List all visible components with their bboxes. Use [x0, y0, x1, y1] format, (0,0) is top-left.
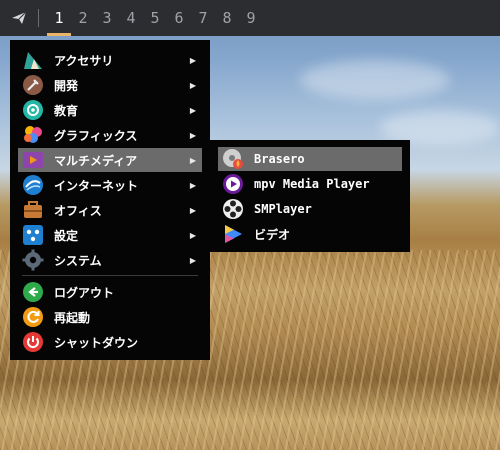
- office-icon: [24, 201, 42, 218]
- menu-item-logout[interactable]: ログアウト: [18, 280, 202, 304]
- submenu-item-smplayer[interactable]: SMPlayer: [218, 197, 402, 221]
- menu-item-label: 教育: [54, 103, 79, 118]
- workspace-switcher: 1 2 3 4 5 6 7 8 9: [47, 0, 263, 36]
- submenu-item-label: mpv Media Player: [254, 177, 370, 191]
- workspace-1[interactable]: 1: [47, 0, 71, 36]
- submenu-item-videos[interactable]: ビデオ: [218, 222, 402, 246]
- menu-item-label: 設定: [54, 228, 79, 243]
- restart-icon: [23, 307, 43, 327]
- menu-item-label: シャットダウン: [54, 335, 139, 350]
- workspace-2[interactable]: 2: [71, 0, 95, 36]
- menu-item-shutdown[interactable]: シャットダウン: [18, 330, 202, 354]
- submenu-arrow-icon: ▶: [189, 80, 197, 90]
- shutdown-icon: [23, 332, 43, 352]
- accessories-icon: [24, 52, 42, 69]
- menu-item-label: グラフィックス: [54, 128, 138, 143]
- top-panel: 1 2 3 4 5 6 7 8 9: [0, 0, 500, 36]
- submenu-arrow-icon: ▶: [189, 155, 197, 165]
- submenu-item-label: ビデオ: [254, 227, 291, 242]
- application-menu: アクセサリ ▶ 開発 ▶ 教育 ▶ グラフィックス ▶ マルチメディア ▶ イン…: [10, 40, 210, 360]
- brasero-icon: [223, 149, 243, 169]
- menu-divider: [22, 275, 198, 276]
- menu-item-graphics[interactable]: グラフィックス ▶: [18, 123, 202, 147]
- workspace-6[interactable]: 6: [167, 0, 191, 36]
- submenu-arrow-icon: ▶: [189, 230, 197, 240]
- menu-item-label: 開発: [54, 78, 79, 93]
- submenu-item-mpv[interactable]: mpv Media Player: [218, 172, 402, 196]
- submenu-item-label: SMPlayer: [254, 202, 312, 216]
- workspace-4[interactable]: 4: [119, 0, 143, 36]
- logout-icon: [23, 282, 43, 302]
- multimedia-submenu: Brasero mpv Media Player SMPlayer ビデオ: [210, 140, 410, 252]
- education-icon: [23, 100, 43, 120]
- submenu-arrow-icon: ▶: [189, 180, 197, 190]
- panel-separator: [38, 9, 39, 27]
- menu-item-internet[interactable]: インターネット ▶: [18, 173, 202, 197]
- menu-item-development[interactable]: 開発 ▶: [18, 73, 202, 97]
- menu-item-education[interactable]: 教育 ▶: [18, 98, 202, 122]
- menu-item-label: 再起動: [54, 310, 91, 325]
- menu-item-settings[interactable]: 設定 ▶: [18, 223, 202, 247]
- submenu-arrow-icon: ▶: [189, 205, 197, 215]
- submenu-item-label: Brasero: [254, 152, 305, 166]
- cloud: [300, 60, 450, 100]
- submenu-arrow-icon: ▶: [189, 55, 197, 65]
- launcher-button[interactable]: [0, 0, 38, 36]
- multimedia-icon: [23, 152, 43, 168]
- workspace-9[interactable]: 9: [239, 0, 263, 36]
- submenu-item-brasero[interactable]: Brasero: [218, 147, 402, 171]
- menu-item-restart[interactable]: 再起動: [18, 305, 202, 329]
- menu-item-label: ログアウト: [54, 285, 115, 300]
- workspace-8[interactable]: 8: [215, 0, 239, 36]
- workspace-5[interactable]: 5: [143, 0, 167, 36]
- internet-icon: [23, 175, 43, 195]
- menu-item-label: システム: [54, 253, 102, 268]
- menu-item-multimedia[interactable]: マルチメディア ▶: [18, 148, 202, 172]
- development-icon: [23, 75, 43, 95]
- submenu-arrow-icon: ▶: [189, 130, 197, 140]
- workspace-3[interactable]: 3: [95, 0, 119, 36]
- menu-item-label: インターネット: [54, 178, 139, 193]
- menu-item-office[interactable]: オフィス ▶: [18, 198, 202, 222]
- mpv-icon: [223, 174, 243, 194]
- menu-item-accessories[interactable]: アクセサリ ▶: [18, 48, 202, 72]
- graphics-icon: [24, 126, 42, 143]
- menu-item-label: オフィス: [54, 203, 102, 218]
- videos-icon: [225, 225, 242, 243]
- smplayer-icon: [223, 199, 243, 219]
- system-icon: [22, 249, 44, 271]
- menu-item-label: マルチメディア: [54, 153, 138, 168]
- menu-item-system[interactable]: システム ▶: [18, 248, 202, 272]
- menu-item-label: アクセサリ: [54, 53, 114, 68]
- settings-icon: [23, 225, 43, 245]
- paper-plane-icon: [12, 11, 27, 24]
- workspace-7[interactable]: 7: [191, 0, 215, 36]
- submenu-arrow-icon: ▶: [189, 105, 197, 115]
- submenu-arrow-icon: ▶: [189, 255, 197, 265]
